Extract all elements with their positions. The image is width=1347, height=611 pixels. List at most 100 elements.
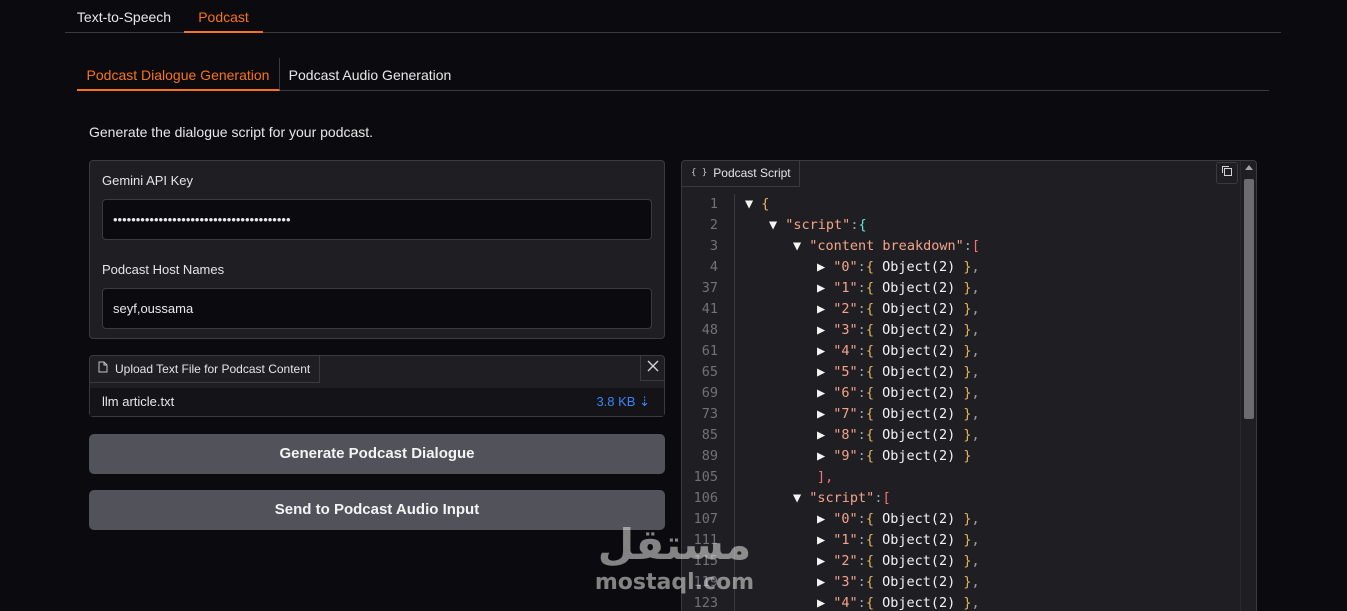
json-key: "5" bbox=[833, 364, 858, 380]
collapsed-object[interactable]: Object(2) bbox=[882, 448, 955, 464]
closing-bracket: ], bbox=[817, 469, 834, 485]
json-key: "4" bbox=[833, 595, 858, 611]
line-number: 107 bbox=[693, 511, 718, 527]
collapse-toggle-icon[interactable]: ▼ bbox=[769, 217, 777, 233]
host-names-input[interactable] bbox=[102, 288, 652, 329]
collapsed-object[interactable]: Object(2) bbox=[882, 280, 955, 296]
tab-podcast-audio-generation[interactable]: Podcast Audio Generation bbox=[280, 58, 460, 91]
code-line: 1 ▼ { bbox=[682, 194, 1242, 215]
comma: , bbox=[971, 322, 980, 338]
expand-toggle-icon[interactable]: ▶ bbox=[817, 322, 825, 338]
top-tab-bar: Text-to-Speech Podcast bbox=[65, 0, 1281, 33]
expand-toggle-icon[interactable]: ▶ bbox=[817, 280, 825, 296]
expand-toggle-icon[interactable]: ▶ bbox=[817, 364, 825, 380]
line-number: 65 bbox=[701, 364, 718, 380]
code-line: 69 ▶ "6":{ Object(2) }, bbox=[682, 383, 1242, 404]
generate-podcast-dialogue-button[interactable]: Generate Podcast Dialogue bbox=[89, 434, 665, 474]
vertical-scrollbar[interactable] bbox=[1240, 161, 1256, 611]
collapsed-object[interactable]: Object(2) bbox=[882, 511, 955, 527]
line-number: 111 bbox=[693, 532, 718, 548]
expand-toggle-icon[interactable]: ▶ bbox=[817, 595, 825, 611]
send-to-podcast-audio-input-button[interactable]: Send to Podcast Audio Input bbox=[89, 490, 665, 530]
collapsed-object[interactable]: Object(2) bbox=[882, 427, 955, 443]
json-key: "3" bbox=[833, 574, 858, 590]
line-number: 73 bbox=[701, 406, 718, 422]
line-number: 115 bbox=[693, 553, 718, 569]
json-key: "9" bbox=[833, 448, 858, 464]
comma: , bbox=[971, 553, 980, 569]
json-key: "8" bbox=[833, 427, 858, 443]
opening-bracket: { bbox=[858, 217, 867, 233]
opening-bracket: [ bbox=[882, 490, 891, 506]
file-download-link[interactable]: 3.8 KB ⇣ bbox=[596, 394, 650, 410]
code-line: 123 ▶ "4":{ Object(2) }, bbox=[682, 593, 1242, 611]
json-key: "script" bbox=[785, 217, 851, 233]
expand-toggle-icon[interactable]: ▶ bbox=[817, 385, 825, 401]
line-number: 41 bbox=[701, 301, 718, 317]
collapsed-object[interactable]: Object(2) bbox=[882, 259, 955, 275]
expand-toggle-icon[interactable]: ▶ bbox=[817, 574, 825, 590]
expand-toggle-icon[interactable]: ▶ bbox=[817, 427, 825, 443]
code-content: ▶ "8":{ Object(2) }, bbox=[817, 427, 980, 443]
code-line: 48 ▶ "3":{ Object(2) }, bbox=[682, 320, 1242, 341]
uploaded-file-row: llm article.txt 3.8 KB ⇣ bbox=[90, 388, 664, 416]
copy-icon bbox=[1221, 164, 1233, 182]
copy-button[interactable] bbox=[1216, 162, 1238, 184]
code-line: 107 ▶ "0":{ Object(2) }, bbox=[682, 509, 1242, 530]
comma: , bbox=[971, 343, 980, 359]
collapsed-object[interactable]: Object(2) bbox=[882, 532, 955, 548]
collapsed-object[interactable]: Object(2) bbox=[882, 406, 955, 422]
collapsed-object[interactable]: Object(2) bbox=[882, 301, 955, 317]
code-content: ▶ "3":{ Object(2) }, bbox=[817, 574, 980, 590]
expand-toggle-icon[interactable]: ▶ bbox=[817, 259, 825, 275]
collapsed-object[interactable]: Object(2) bbox=[882, 385, 955, 401]
collapse-toggle-icon[interactable]: ▼ bbox=[793, 238, 801, 254]
expand-toggle-icon[interactable]: ▶ bbox=[817, 511, 825, 527]
line-number: 106 bbox=[693, 490, 718, 506]
code-content: ▼ "script":[ bbox=[793, 490, 891, 506]
collapsed-object[interactable]: Object(2) bbox=[882, 343, 955, 359]
scroll-up-arrow[interactable] bbox=[1245, 165, 1253, 170]
opening-bracket: [ bbox=[971, 238, 980, 254]
code-line: 4 ▶ "0":{ Object(2) }, bbox=[682, 257, 1242, 278]
expand-toggle-icon[interactable]: ▶ bbox=[817, 301, 825, 317]
json-key: "2" bbox=[833, 553, 858, 569]
line-number: 89 bbox=[701, 448, 718, 464]
file-upload: Upload Text File for Podcast Content llm… bbox=[89, 355, 665, 417]
line-number: 123 bbox=[693, 595, 718, 611]
tab-podcast-dialogue-generation[interactable]: Podcast Dialogue Generation bbox=[77, 58, 280, 91]
code-line: 37 ▶ "1":{ Object(2) }, bbox=[682, 278, 1242, 299]
scroll-thumb[interactable] bbox=[1244, 179, 1254, 419]
collapsed-object[interactable]: Object(2) bbox=[882, 322, 955, 338]
collapsed-object[interactable]: Object(2) bbox=[882, 364, 955, 380]
collapse-toggle-icon[interactable]: ▼ bbox=[745, 196, 753, 212]
line-number: 1 bbox=[709, 196, 718, 212]
code-content: ], bbox=[817, 467, 833, 488]
comma: , bbox=[971, 532, 980, 548]
close-icon bbox=[647, 359, 659, 377]
api-key-input[interactable] bbox=[102, 199, 652, 240]
line-number: 69 bbox=[701, 385, 718, 401]
collapsed-object[interactable]: Object(2) bbox=[882, 553, 955, 569]
code-content: ▶ "1":{ Object(2) }, bbox=[817, 280, 980, 296]
collapse-toggle-icon[interactable]: ▼ bbox=[793, 490, 801, 506]
code-line: 3 ▼ "content breakdown":[ bbox=[682, 236, 1242, 257]
code-content: ▼ "content breakdown":[ bbox=[793, 238, 980, 254]
code-content: ▶ "9":{ Object(2) } bbox=[817, 448, 972, 464]
line-number: 2 bbox=[709, 217, 718, 233]
expand-toggle-icon[interactable]: ▶ bbox=[817, 406, 825, 422]
tab-podcast[interactable]: Podcast bbox=[184, 0, 263, 33]
code-content: ▶ "3":{ Object(2) }, bbox=[817, 322, 980, 338]
clear-file-button[interactable] bbox=[640, 356, 664, 381]
comma: , bbox=[971, 301, 980, 317]
line-number: 48 bbox=[701, 322, 718, 338]
expand-toggle-icon[interactable]: ▶ bbox=[817, 343, 825, 359]
collapsed-object[interactable]: Object(2) bbox=[882, 595, 955, 611]
collapsed-object[interactable]: Object(2) bbox=[882, 574, 955, 590]
expand-toggle-icon[interactable]: ▶ bbox=[817, 448, 825, 464]
code-content: ▼ { bbox=[745, 194, 769, 215]
tab-text-to-speech[interactable]: Text-to-Speech bbox=[65, 0, 183, 33]
expand-toggle-icon[interactable]: ▶ bbox=[817, 553, 825, 569]
line-number: 4 bbox=[709, 259, 718, 275]
expand-toggle-icon[interactable]: ▶ bbox=[817, 532, 825, 548]
